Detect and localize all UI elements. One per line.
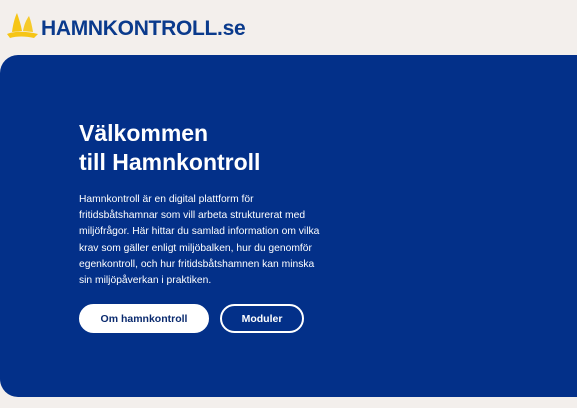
site-header: HAMNKONTROLL.se [0,0,577,55]
sailboat-icon [7,13,38,38]
hero-description-line: fritidsbåtshamnar som vill arbeta strukt… [79,210,306,222]
hero-description-line: Hamnkontroll är en digital plattform för [79,194,254,205]
hero-description-line: egenkontroll, och hur fritidsbåtshamnen … [79,258,315,270]
hero-description-line: miljöfrågor. Här hittar du samlad inform… [79,226,320,238]
site-logo[interactable]: HAMNKONTROLL.se [4,10,246,42]
hero-description-line: sin miljöpåverkan i praktiken. [79,275,212,287]
hero-section: Välkommen till Hamnkontroll Hamnkontroll… [0,55,577,397]
hero-description-line: krav som gäller enligt miljöbalken, hur … [79,242,312,254]
hero-title-line-1: Välkommen [79,120,209,146]
hero-description: Hamnkontroll är en digital plattform för… [79,192,364,289]
logo-text: HAMNKONTROLL.se [41,16,246,40]
modules-button[interactable]: Moduler [220,304,304,333]
about-hamnkontroll-button[interactable]: Om hamnkontroll [79,304,209,333]
hero-title: Välkommen till Hamnkontroll [79,119,260,177]
page-background-strip [0,397,577,408]
hero-title-line-2: till Hamnkontroll [79,149,261,175]
